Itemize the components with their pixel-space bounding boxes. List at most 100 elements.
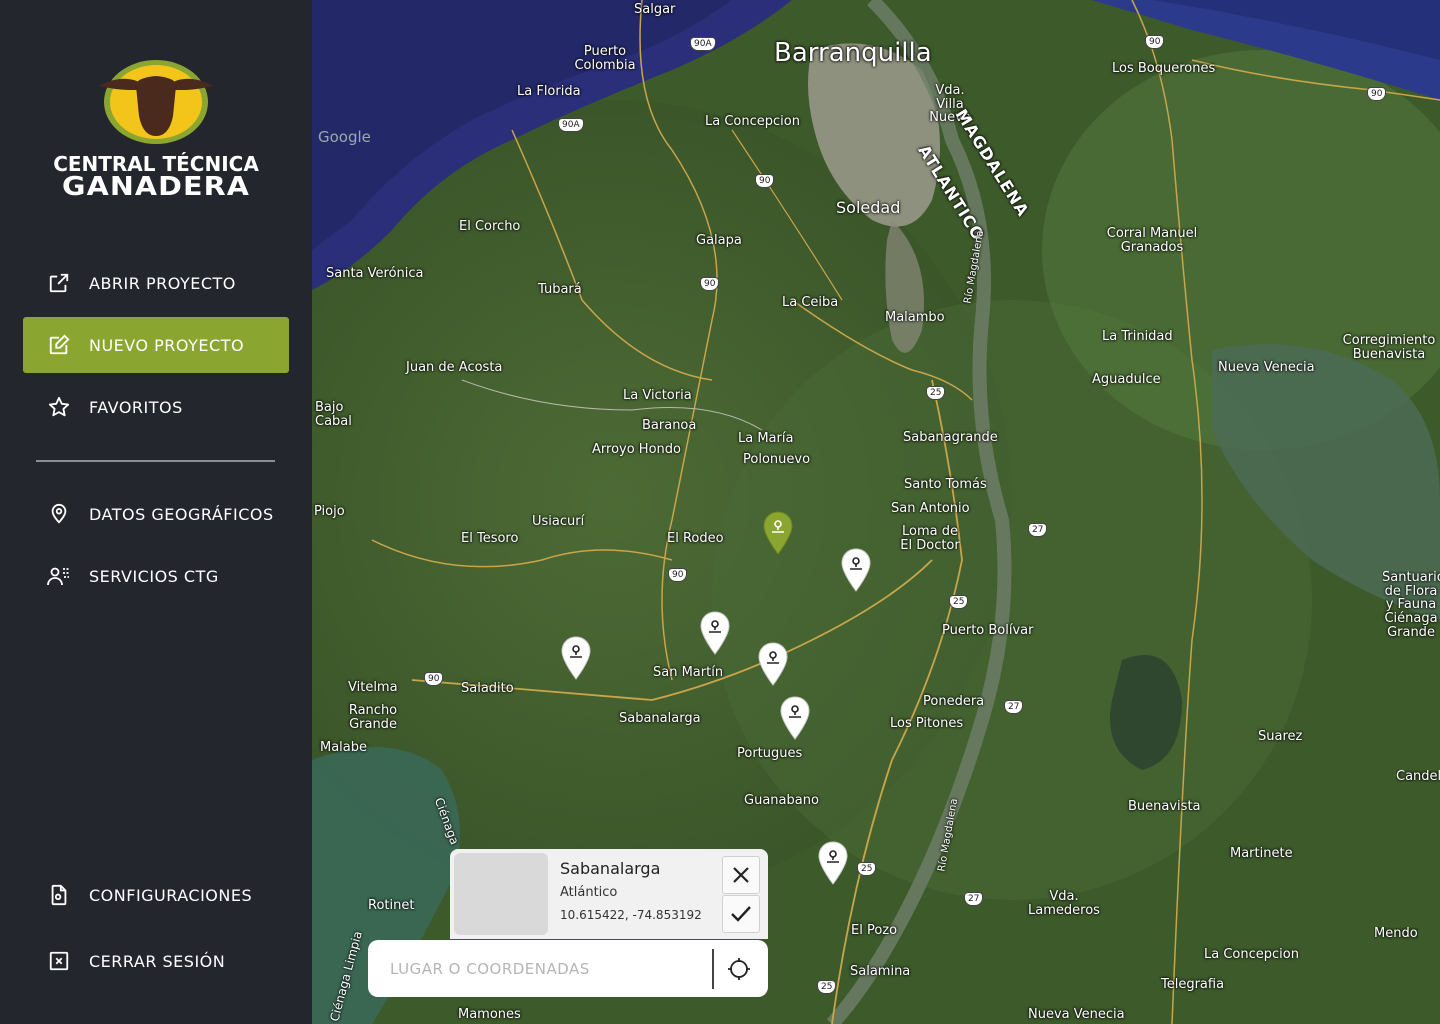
- map-pin-icon: [841, 548, 871, 592]
- nav-label: NUEVO PROYECTO: [89, 335, 245, 355]
- place-label: Bajo Cabal: [315, 400, 352, 429]
- crosshair-icon: [728, 957, 750, 980]
- map-pin-selected[interactable]: [763, 511, 793, 555]
- place-label: El Corcho: [459, 219, 521, 234]
- search-input[interactable]: [390, 948, 710, 989]
- place-label: La Concepcion: [1204, 947, 1299, 962]
- popup-coordinates: 10.615422, -74.853192: [560, 908, 702, 922]
- place-label: Portugues: [737, 746, 803, 761]
- place-label: Salgar: [634, 2, 676, 17]
- nav-label: CERRAR SESIÓN: [89, 951, 226, 971]
- place-label: Piojo: [314, 504, 345, 519]
- place-label: Salamina: [850, 964, 911, 979]
- place-label: Puerto Bolívar: [942, 623, 1034, 638]
- map-pin[interactable]: [700, 611, 730, 655]
- nav-cerrar-sesion[interactable]: CERRAR SESIÓN: [23, 933, 289, 989]
- brand-line2: GANADERA: [62, 172, 250, 202]
- place-label: Polonuevo: [743, 452, 811, 467]
- place-label: La Ceiba: [782, 295, 839, 310]
- popup-confirm-button[interactable]: [722, 895, 760, 933]
- brand-logo: CENTRAL TÉCNICA GANADERA: [0, 58, 312, 202]
- place-label: Santuario de Flora y Fauna Ciénaga Grand…: [1382, 571, 1440, 640]
- place-label: La Concepcion: [705, 114, 800, 129]
- place-label: Ponedera: [923, 694, 985, 709]
- map-pin-icon: [758, 642, 788, 686]
- place-label: Loma de El Doctor: [900, 524, 960, 553]
- map-pin-icon: [780, 696, 810, 740]
- place-label: Candelaria: [1396, 770, 1440, 784]
- place-label: Telegrafia: [1161, 977, 1225, 992]
- place-label: Saladito: [461, 681, 514, 696]
- road-shield: 90A: [690, 37, 716, 51]
- place-label: San Martín: [653, 665, 724, 680]
- google-watermark: Google: [318, 128, 371, 146]
- location-search: [368, 940, 768, 997]
- place-label: El Pozo: [851, 923, 898, 938]
- nav-label: FAVORITOS: [89, 397, 183, 417]
- place-label: Tubará: [538, 282, 582, 297]
- place-label: La Victoria: [623, 388, 692, 403]
- place-label: La María: [738, 431, 794, 446]
- place-label: Corral Manuel Granados: [1106, 226, 1198, 255]
- place-label: Malabe: [320, 740, 368, 755]
- place-label: Guanabano: [744, 793, 819, 808]
- secondary-nav: DATOS GEOGRÁFICOS SERVICIOS CTG: [23, 486, 289, 610]
- place-label: Sabanagrande: [903, 430, 998, 445]
- nav-datos-geograficos[interactable]: DATOS GEOGRÁFICOS: [23, 486, 289, 542]
- place-label: Buenavista: [1128, 799, 1201, 814]
- popup-close-button[interactable]: [722, 856, 760, 894]
- map-pin[interactable]: [561, 636, 591, 680]
- map-pin[interactable]: [841, 548, 871, 592]
- location-thumbnail: [454, 853, 548, 935]
- nav-configuraciones[interactable]: CONFIGURACIONES: [23, 867, 289, 923]
- place-label: El Rodeo: [667, 531, 724, 546]
- map-pin-person-icon: [47, 502, 71, 526]
- bottom-nav: CONFIGURACIONES CERRAR SESIÓN: [23, 867, 289, 995]
- place-label: Los Pitones: [890, 716, 964, 731]
- open-external-icon: [47, 271, 71, 295]
- place-label: Santo Tomás: [904, 477, 987, 492]
- place-label: Galapa: [696, 233, 742, 248]
- place-label: Nueva Venecia: [1028, 1007, 1125, 1022]
- place-label: Rotinet: [368, 898, 415, 913]
- nav-label: SERVICIOS CTG: [89, 566, 219, 586]
- sidebar: CENTRAL TÉCNICA GANADERA ABRIR PROYECTO …: [0, 0, 312, 1024]
- place-label: Usiacurí: [532, 514, 585, 529]
- check-icon: [731, 906, 751, 922]
- place-label: Soledad: [836, 198, 901, 217]
- place-label: Vitelma: [348, 680, 398, 695]
- nav-abrir-proyecto[interactable]: ABRIR PROYECTO: [23, 255, 289, 311]
- map-pin[interactable]: [780, 696, 810, 740]
- place-label: Martinete: [1230, 846, 1293, 861]
- place-label: La Florida: [517, 84, 581, 99]
- map-pin[interactable]: [818, 841, 848, 885]
- place-label: Suarez: [1258, 729, 1303, 744]
- nav-nuevo-proyecto[interactable]: NUEVO PROYECTO: [23, 317, 289, 373]
- place-label: Santa Verónica: [326, 266, 424, 281]
- users-icon: [47, 564, 71, 588]
- edit-note-icon: [47, 333, 71, 357]
- my-location-button[interactable]: [714, 944, 764, 994]
- place-label: Malambo: [885, 310, 945, 325]
- place-label: Nueva Venecia: [1218, 360, 1315, 375]
- place-label: San Antonio: [891, 501, 970, 516]
- primary-nav: ABRIR PROYECTO NUEVO PROYECTO FAVORITOS: [23, 255, 289, 441]
- settings-file-icon: [47, 883, 71, 907]
- nav-label: DATOS GEOGRÁFICOS: [89, 504, 274, 524]
- map-pin[interactable]: [758, 642, 788, 686]
- nav-favoritos[interactable]: FAVORITOS: [23, 379, 289, 435]
- place-label: Puerto Colombia: [574, 44, 636, 73]
- place-label: Mendoza: [1374, 927, 1418, 941]
- map-pin-icon: [700, 611, 730, 655]
- nav-servicios-ctg[interactable]: SERVICIOS CTG: [23, 548, 289, 604]
- location-popup: Sabanalarga Atlántico 10.615422, -74.853…: [450, 849, 768, 939]
- popup-subtitle: Atlántico: [560, 885, 618, 900]
- place-label: Arroyo Hondo: [592, 442, 681, 457]
- place-label: Barranquilla: [774, 38, 932, 68]
- place-label: Los Boquerones: [1112, 61, 1216, 76]
- popup-title: Sabanalarga: [560, 859, 661, 878]
- place-label: Rancho Grande: [348, 703, 398, 732]
- map-pin-icon: [561, 636, 591, 680]
- place-label: Vda. Lamederos: [1028, 889, 1100, 918]
- star-icon: [47, 395, 71, 419]
